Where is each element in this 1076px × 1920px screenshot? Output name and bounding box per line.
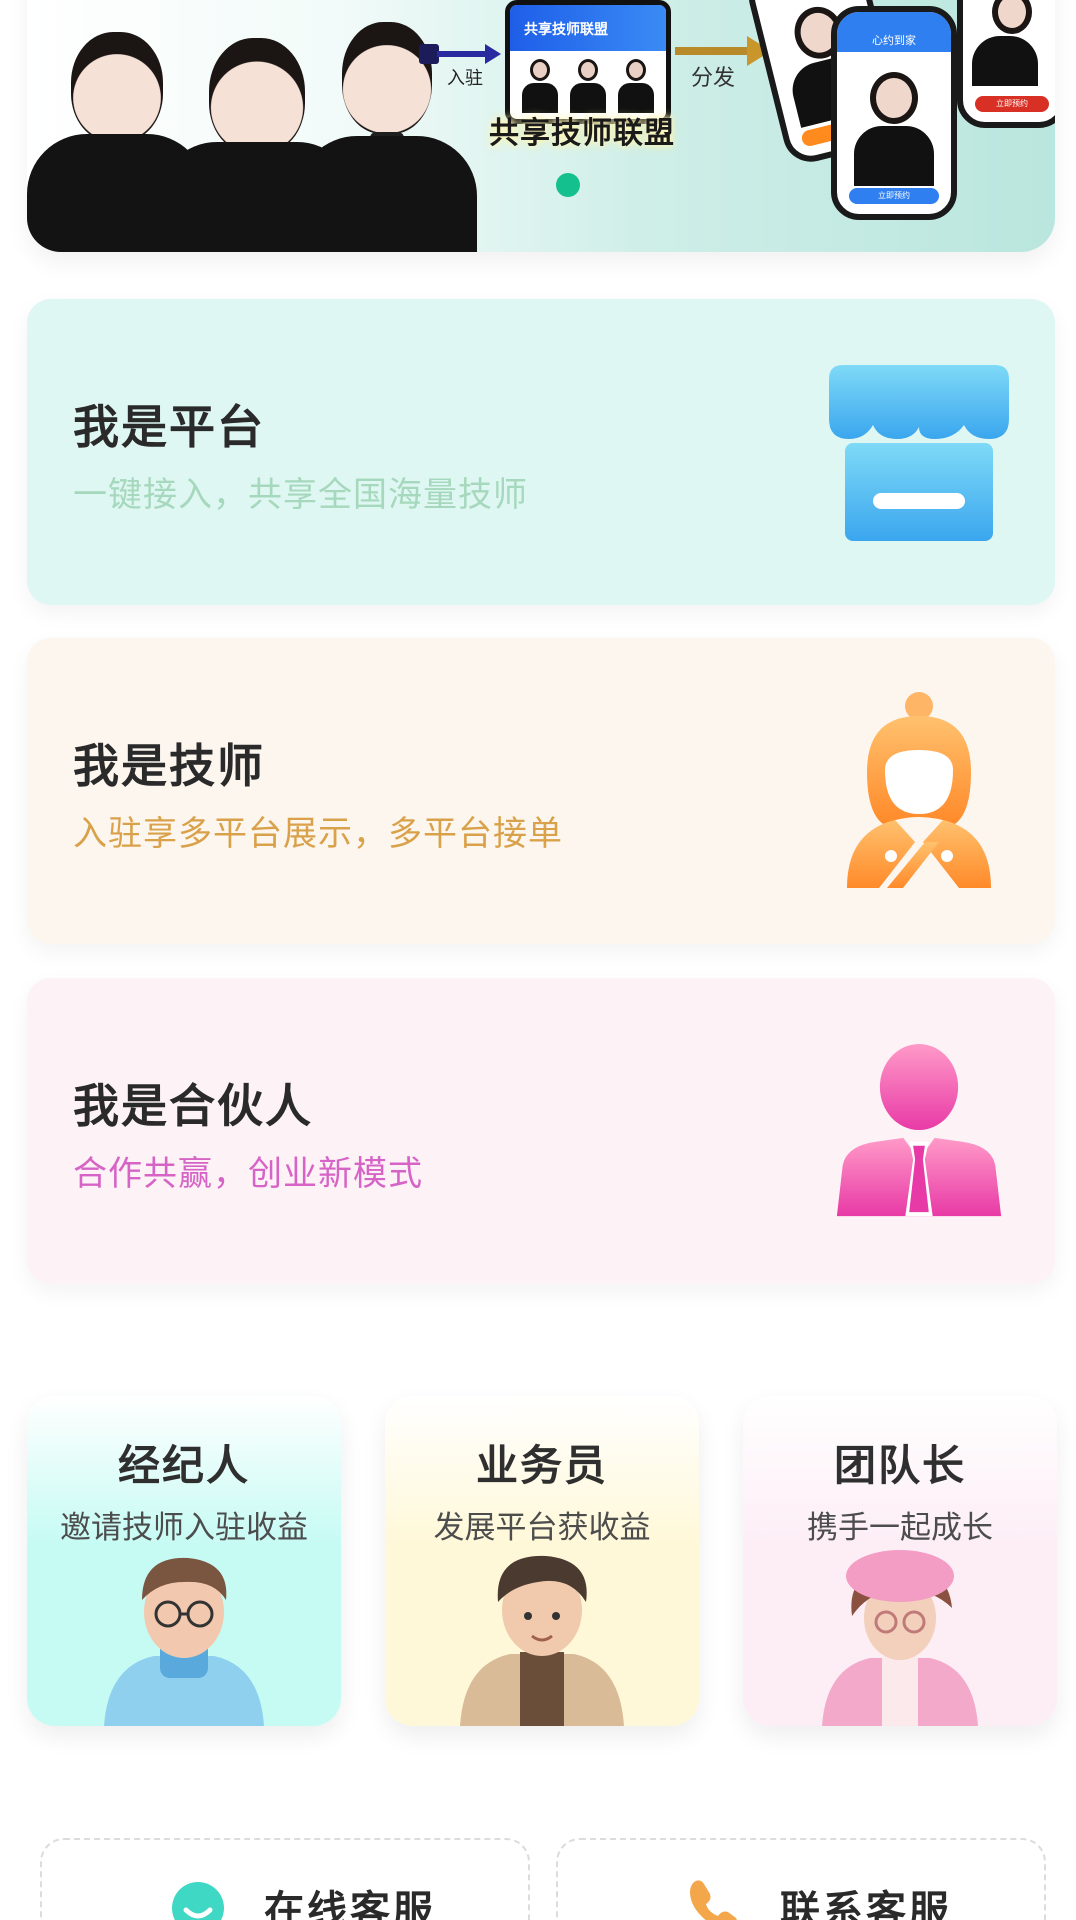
alliance-title: 共享技师联盟 [489, 116, 675, 151]
mini-card-subtitle: 携手一起成长 [807, 1510, 993, 1546]
phone-button-label: 立即预约 [849, 188, 939, 204]
carousel-indicator[interactable] [556, 173, 580, 197]
salesman-avatar [460, 1555, 624, 1726]
phone-header: 心约到家 [837, 12, 951, 52]
team-leader-card[interactable]: 团队长 携手一起成长 [743, 1396, 1057, 1726]
arrow-label-distribute: 分发 [691, 66, 736, 91]
mini-card-title: 团队长 [833, 1441, 966, 1490]
store-icon [829, 365, 1009, 541]
promo-banner[interactable]: 入驻 共享技师联盟 共享技师联盟 分发 立即预约 心约到家 立即预约 [27, 0, 1055, 252]
technician-card[interactable]: 我是技师 入驻享多平台展示，多平台接单 [27, 638, 1055, 944]
mini-card-subtitle: 发展平台获收益 [433, 1510, 651, 1546]
team-leader-avatar [822, 1550, 978, 1726]
mini-card-subtitle: 邀请技师入驻收益 [60, 1510, 308, 1546]
mini-card-title: 经纪人 [117, 1441, 250, 1490]
phone-icon [690, 1880, 738, 1920]
technician-icon [847, 692, 991, 888]
partner-icon [836, 1044, 1002, 1217]
salesman-card[interactable]: 业务员 发展平台获收益 [385, 1396, 699, 1726]
phone-button-label: 立即预约 [975, 96, 1049, 112]
chat-icon [172, 1882, 224, 1920]
technician-photo [297, 2, 477, 252]
phone-mockup: 立即预约 [957, 0, 1055, 128]
service-label: 联系客服 [780, 1888, 952, 1920]
role-title: 我是合伙人 [73, 1079, 313, 1133]
agent-avatar [104, 1557, 264, 1726]
alliance-card: 共享技师联盟 [505, 0, 671, 124]
online-service-button[interactable]: 在线客服 [40, 1838, 530, 1920]
service-label: 在线客服 [264, 1888, 436, 1920]
arrow-label-join: 入驻 [447, 68, 483, 89]
partner-card[interactable]: 我是合伙人 合作共赢，创业新模式 [27, 978, 1055, 1284]
mini-card-title: 业务员 [475, 1441, 608, 1490]
role-subtitle: 入驻享多平台展示，多平台接单 [73, 814, 563, 854]
agent-card[interactable]: 经纪人 邀请技师入驻收益 [27, 1396, 341, 1726]
contact-service-button[interactable]: 联系客服 [556, 1838, 1046, 1920]
role-title: 我是平台 [73, 400, 265, 454]
arrow-right-icon [419, 44, 501, 64]
alliance-card-header: 共享技师联盟 [510, 5, 666, 51]
platform-card[interactable]: 我是平台 一键接入，共享全国海量技师 [27, 299, 1055, 605]
role-subtitle: 一键接入，共享全国海量技师 [73, 475, 528, 515]
role-subtitle: 合作共赢，创业新模式 [73, 1154, 423, 1194]
role-title: 我是技师 [73, 739, 265, 793]
phone-mockup: 心约到家 立即预约 [831, 6, 957, 220]
